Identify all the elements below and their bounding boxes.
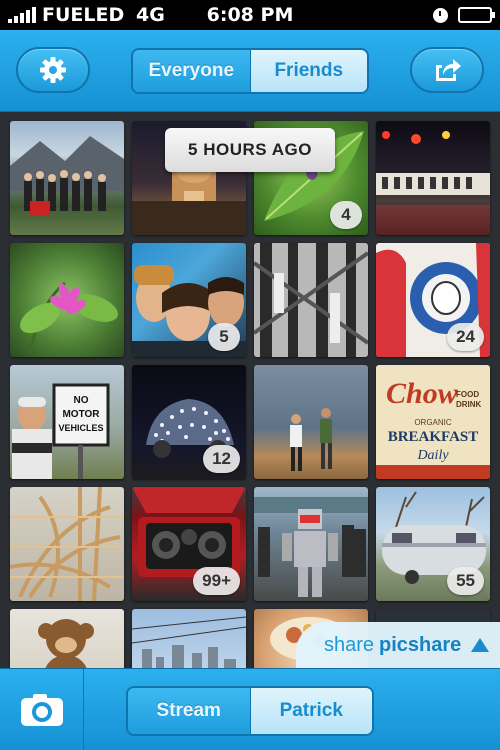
share-button[interactable] [410,47,484,93]
tab-stream[interactable]: Stream [128,688,250,734]
tab-friends[interactable]: Friends [249,50,367,92]
photo-tile[interactable] [10,243,124,357]
photo-tile[interactable]: 5 [132,243,246,357]
triangle-up-icon [471,638,490,652]
comment-count-badge: 24 [447,323,484,351]
comment-count-badge: 5 [208,323,240,351]
photo-tile[interactable]: 24 [376,243,490,357]
photo-tile[interactable] [10,609,124,668]
svg-text:MOTOR: MOTOR [62,409,100,420]
camera-icon [20,694,63,726]
svg-text:VEHICLES: VEHICLES [58,423,103,433]
photo-tile[interactable]: NO MOTOR VEHICLES [10,365,124,479]
comment-count-badge: 55 [447,567,484,595]
camera-button[interactable] [0,669,84,750]
share-arrow-icon [436,59,461,81]
stream-segmented-control: Stream Patrick [126,686,374,736]
photo-tile[interactable] [10,121,124,235]
settings-button[interactable] [16,47,90,93]
photo-tile[interactable] [132,609,246,668]
tab-everyone[interactable]: Everyone [133,50,250,92]
battery-icon [458,7,495,23]
photo-tile[interactable] [254,243,368,357]
photo-thumbnail [10,487,124,601]
bottom-toolbar: Stream Patrick [0,668,500,750]
photo-thumbnail: ChowFOODDRINK ORGANIC BREAKFAST Daily [376,377,490,479]
photo-tile[interactable]: 99+ [132,487,246,601]
photo-tile[interactable] [254,487,368,601]
photo-tile[interactable] [376,121,490,235]
photo-thumbnail [20,281,118,354]
photo-tile[interactable] [10,487,124,601]
status-time: 6:08 PM [206,4,294,26]
photo-thumbnail [254,497,368,597]
photo-thumbnail [38,619,94,668]
photo-thumbnail [132,616,246,668]
comment-count-badge: 4 [330,201,362,229]
photo-stream: 4 5 24 NO MOTOR VEHICLES 12 Chow FOOD DRINK O… [0,112,500,668]
top-toolbar: Everyone Friends [0,30,500,112]
share-banner-prefix: share [324,633,375,656]
svg-text:BREAKFAST: BREAKFAST [388,429,479,445]
tab-patrick[interactable]: Patrick [249,688,372,734]
svg-text:Daily: Daily [416,448,449,463]
svg-text:FOOD: FOOD [456,390,479,399]
photo-thumbnail: NO MOTOR VEHICLES [12,383,110,479]
status-bar: FUELED 4G 6:08 PM [0,0,500,30]
photo-tile[interactable] [254,365,368,479]
share-picshare-banner[interactable]: share picshare [296,622,500,668]
svg-text:DRINK: DRINK [456,400,482,409]
share-banner-brand: picshare [379,633,462,656]
photo-thumbnail [10,136,124,215]
svg-text:ORGANIC: ORGANIC [414,418,452,427]
photo-thumbnail [254,243,368,357]
comment-count-badge: 99+ [193,567,240,595]
photo-tile[interactable]: 55 [376,487,490,601]
timestamp-tooltip: 5 HOURS AGO [165,128,335,172]
photo-thumbnail [376,131,490,235]
svg-text:Chow: Chow [386,377,459,410]
audience-segmented-control: Everyone Friends [131,48,369,94]
gear-icon [40,57,66,83]
comment-count-badge: 12 [203,445,240,473]
photo-thumbnail [290,408,332,471]
alarm-clock-icon [433,7,448,23]
photo-tile[interactable]: Chow FOOD DRINK ORGANIC BREAKFAST Daily [376,365,490,479]
photo-tile[interactable]: 12 [132,365,246,479]
svg-text:NO: NO [74,395,89,406]
